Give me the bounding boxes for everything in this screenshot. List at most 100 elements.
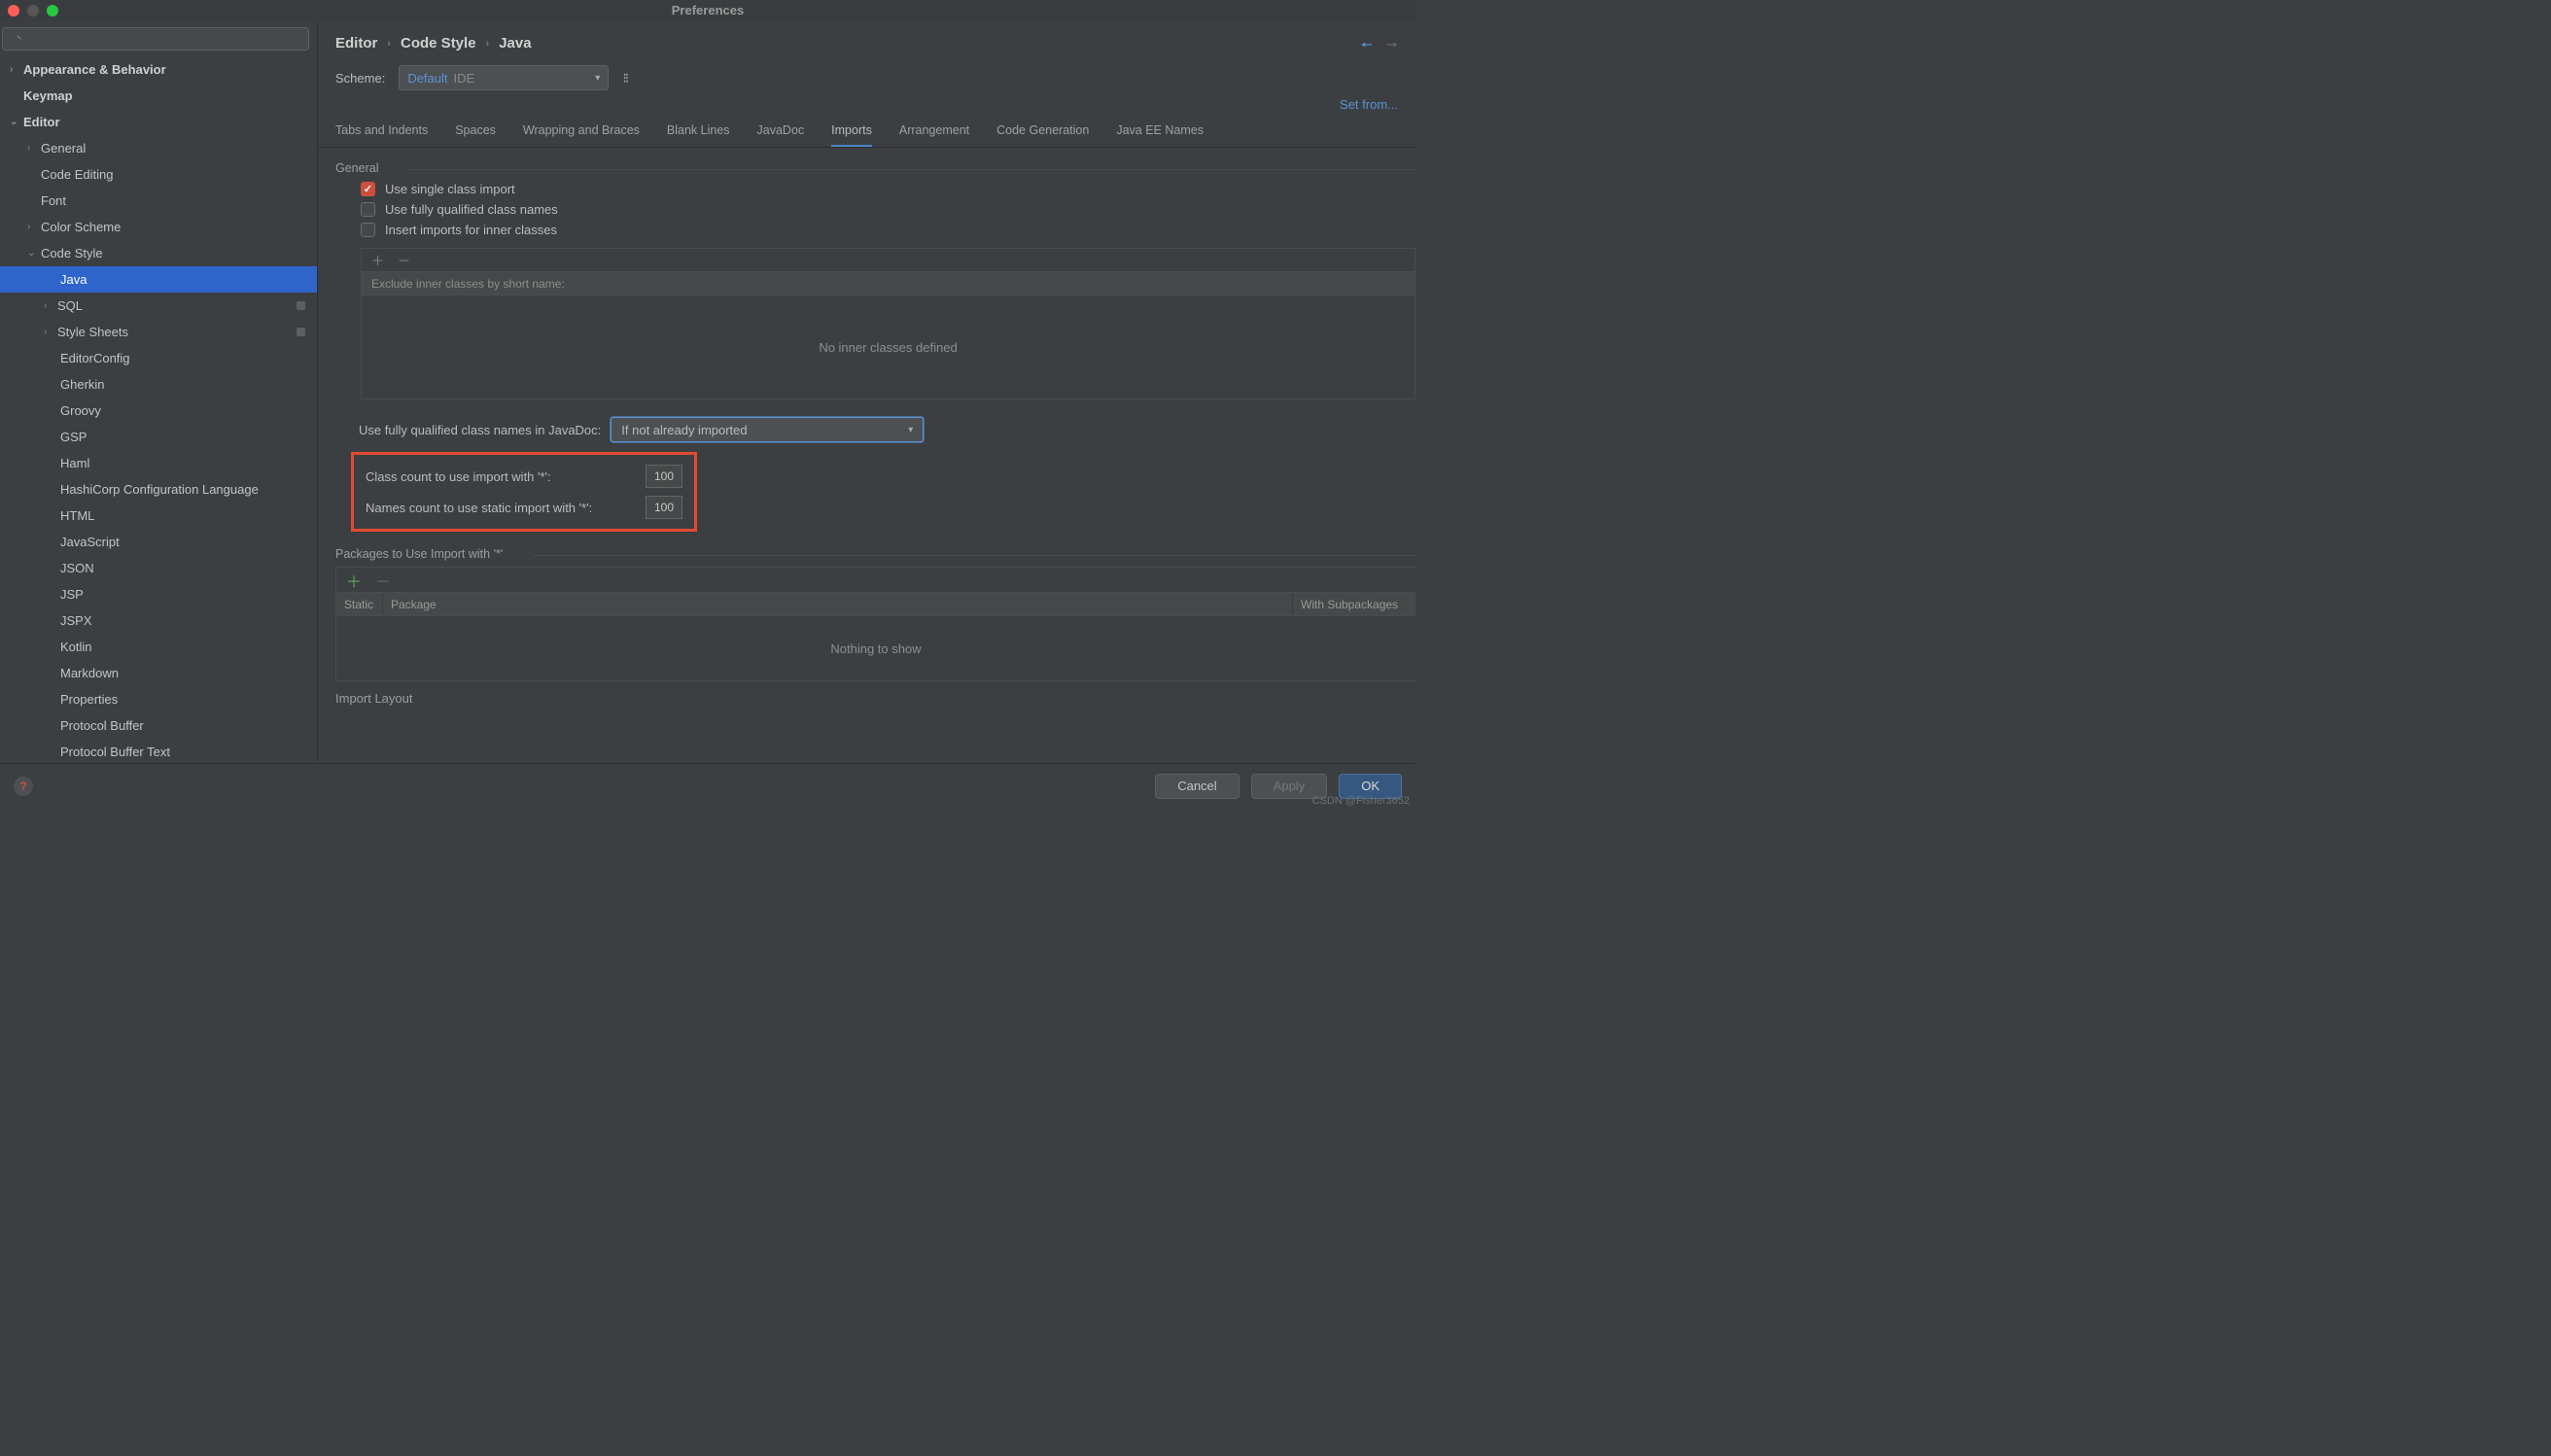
window-title: Preferences: [672, 3, 744, 17]
set-from-link[interactable]: Set from...: [1340, 97, 1398, 112]
tree-code-style[interactable]: ⌄Code Style: [0, 240, 317, 266]
class-count-input[interactable]: [646, 465, 682, 488]
tab-code-generation[interactable]: Code Generation: [996, 116, 1089, 147]
tree-java[interactable]: Java: [0, 266, 317, 293]
checkbox-use-single-class-import[interactable]: [361, 182, 375, 196]
tree-keymap[interactable]: Keymap: [0, 83, 317, 109]
breadcrumb-item[interactable]: Editor: [335, 35, 377, 52]
tree-protobuf-text[interactable]: Protocol Buffer Text: [0, 739, 317, 760]
add-icon[interactable]: ＋: [371, 251, 384, 269]
help-icon[interactable]: ?: [14, 777, 33, 796]
tab-java-ee-names[interactable]: Java EE Names: [1116, 116, 1204, 147]
checkbox-insert-inner[interactable]: [361, 223, 375, 237]
tree-label: Groovy: [60, 398, 101, 424]
tab-wrapping[interactable]: Wrapping and Braces: [523, 116, 640, 147]
minimize-window-icon[interactable]: [27, 5, 39, 17]
class-count-label: Class count to use import with '*':: [366, 469, 551, 484]
titlebar: Preferences: [0, 0, 1415, 21]
search-input[interactable]: [2, 27, 309, 51]
tree-label: SQL: [57, 293, 83, 319]
tree-label: Protocol Buffer: [60, 712, 144, 739]
section-import-layout: Import Layout: [318, 681, 1415, 706]
breadcrumb-item[interactable]: Java: [499, 35, 531, 52]
tree-label: Gherkin: [60, 371, 105, 398]
modified-badge: [297, 328, 305, 336]
sidebar: ›Appearance & Behavior Keymap ⌄Editor ›G…: [0, 21, 318, 760]
window-controls: [8, 5, 58, 17]
tab-blank-lines[interactable]: Blank Lines: [667, 116, 730, 147]
tree-label: Code Editing: [41, 161, 113, 188]
tree-javascript[interactable]: JavaScript: [0, 529, 317, 555]
tree-jsp[interactable]: JSP: [0, 581, 317, 607]
close-window-icon[interactable]: [8, 5, 19, 17]
fqcn-javadoc-select[interactable]: If not already imported ▾: [611, 417, 924, 442]
tree-kotlin[interactable]: Kotlin: [0, 634, 317, 660]
packages-table: ＋ － Static Package With Subpackages Noth…: [335, 567, 1415, 681]
tree-label: Kotlin: [60, 634, 92, 660]
tree-gsp[interactable]: GSP: [0, 424, 317, 450]
back-arrow-icon[interactable]: 🠔: [1361, 35, 1373, 58]
tree-sql[interactable]: ›SQL: [0, 293, 317, 319]
cancel-button[interactable]: Cancel: [1155, 774, 1239, 799]
col-static: Static: [336, 593, 383, 615]
tree-label: Haml: [60, 450, 89, 476]
tree-gherkin[interactable]: Gherkin: [0, 371, 317, 398]
forward-arrow-icon: 🠖: [1386, 35, 1398, 58]
maximize-window-icon[interactable]: [47, 5, 58, 17]
tabs: Tabs and Indents Spaces Wrapping and Bra…: [318, 116, 1415, 148]
tree-label: HashiCorp Configuration Language: [60, 476, 259, 503]
tree-editor[interactable]: ⌄Editor: [0, 109, 317, 135]
tree-font[interactable]: Font: [0, 188, 317, 214]
chevron-down-icon: ▾: [595, 73, 600, 84]
chevron-right-icon: ›: [486, 38, 490, 50]
tree-style-sheets[interactable]: ›Style Sheets: [0, 319, 317, 345]
empty-text: No inner classes defined: [362, 295, 1415, 399]
fqcn-javadoc-label: Use fully qualified class names in JavaD…: [359, 423, 601, 437]
tab-javadoc[interactable]: JavaDoc: [757, 116, 805, 147]
tab-imports[interactable]: Imports: [831, 116, 872, 147]
checkbox-use-fqcn[interactable]: [361, 202, 375, 217]
names-count-input[interactable]: [646, 496, 682, 519]
scheme-select[interactable]: Default IDE ▾: [399, 65, 609, 90]
add-icon[interactable]: ＋: [346, 569, 362, 592]
tree-label: Keymap: [23, 83, 73, 109]
names-count-label: Names count to use static import with '*…: [366, 501, 592, 515]
chevron-right-icon: ›: [10, 56, 23, 83]
tree-label: GSP: [60, 424, 87, 450]
tree-general[interactable]: ›General: [0, 135, 317, 161]
tree-label: General: [41, 135, 86, 161]
tree-editorconfig[interactable]: EditorConfig: [0, 345, 317, 371]
tree-label: Java: [60, 266, 87, 293]
combo-value: If not already imported: [621, 423, 747, 437]
tree-properties[interactable]: Properties: [0, 686, 317, 712]
tree-color-scheme[interactable]: ›Color Scheme: [0, 214, 317, 240]
gear-icon[interactable]: ⁝⁝: [622, 70, 627, 87]
tree-groovy[interactable]: Groovy: [0, 398, 317, 424]
tree-label: Appearance & Behavior: [23, 56, 166, 83]
tree-code-editing[interactable]: Code Editing: [0, 161, 317, 188]
tree-json[interactable]: JSON: [0, 555, 317, 581]
breadcrumb-item[interactable]: Code Style: [401, 35, 476, 52]
tree-label: Color Scheme: [41, 214, 121, 240]
tree-protobuf[interactable]: Protocol Buffer: [0, 712, 317, 739]
tree-label: Style Sheets: [57, 319, 128, 345]
tree-markdown[interactable]: Markdown: [0, 660, 317, 686]
chevron-right-icon: ›: [44, 319, 57, 345]
tree-jspx[interactable]: JSPX: [0, 607, 317, 634]
tab-tabs-indents[interactable]: Tabs and Indents: [335, 116, 428, 147]
remove-icon: －: [398, 251, 410, 269]
tree-label: Properties: [60, 686, 118, 712]
tree-html[interactable]: HTML: [0, 503, 317, 529]
tree-appearance[interactable]: ›Appearance & Behavior: [0, 56, 317, 83]
settings-tree: ›Appearance & Behavior Keymap ⌄Editor ›G…: [0, 56, 317, 760]
tree-haml[interactable]: Haml: [0, 450, 317, 476]
content-panel: Editor › Code Style › Java 🠔 🠖 Scheme: D…: [318, 21, 1415, 760]
tree-hashicorp[interactable]: HashiCorp Configuration Language: [0, 476, 317, 503]
scheme-name: Default: [407, 71, 447, 86]
tree-label: JSON: [60, 555, 94, 581]
tab-arrangement[interactable]: Arrangement: [899, 116, 969, 147]
watermark: CSDN @Fisher3652: [1312, 795, 1410, 807]
chevron-down-icon: ⌄: [10, 109, 23, 135]
tab-spaces[interactable]: Spaces: [455, 116, 496, 147]
footer: ? Cancel Apply OK: [0, 763, 1415, 808]
